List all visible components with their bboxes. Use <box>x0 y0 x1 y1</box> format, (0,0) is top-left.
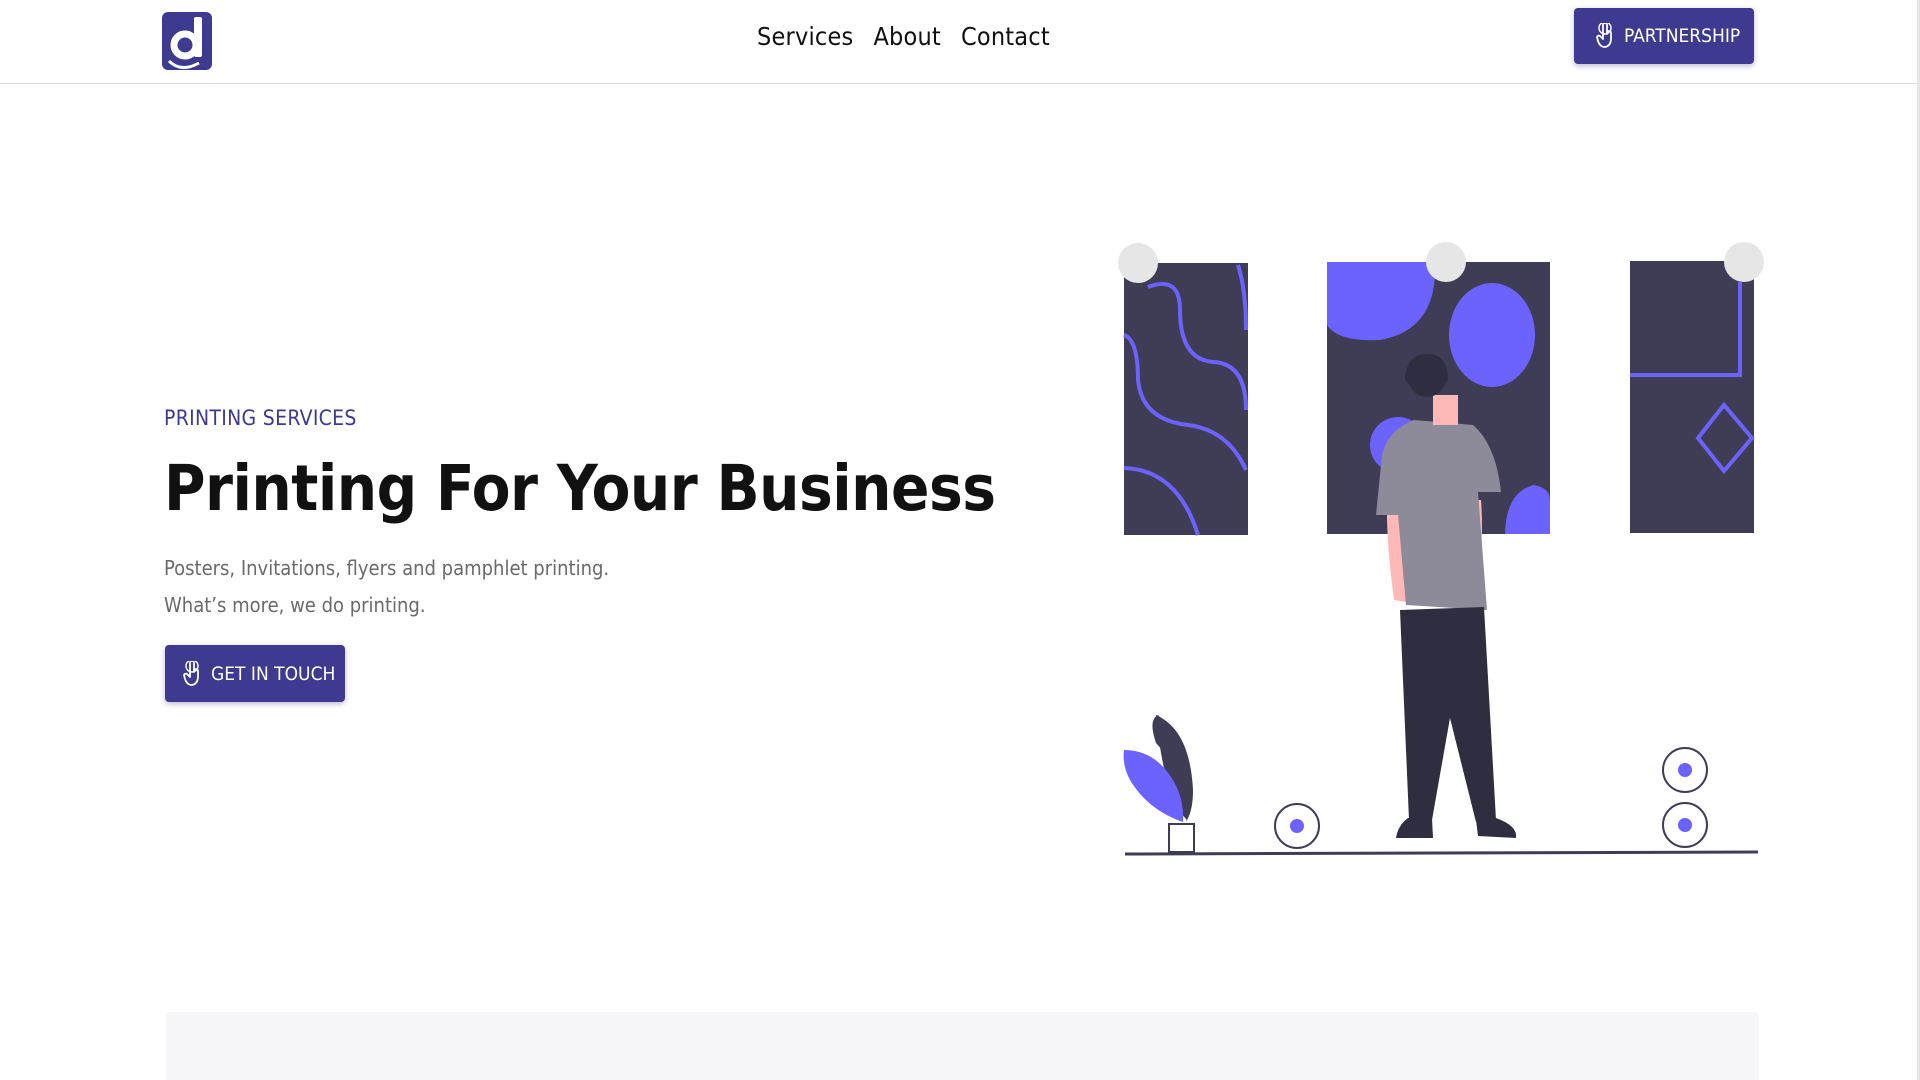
floor-line <box>1124 850 1759 856</box>
hero-eyebrow: PRINTING SERVICES <box>164 406 357 430</box>
services-section-card <box>166 1012 1759 1080</box>
nav-about-link[interactable]: About <box>873 22 941 51</box>
plant-decoration <box>1123 715 1195 853</box>
pointer-hand-icon <box>183 660 199 686</box>
d-logo-icon[interactable] <box>161 11 213 73</box>
left-art-panel <box>1118 243 1248 536</box>
main-nav: Services About Contact <box>757 22 1050 51</box>
site-header: Services About Contact PARTNERSHIP <box>0 0 1920 84</box>
nav-contact-link[interactable]: Contact <box>961 22 1050 51</box>
get-in-touch-button[interactable]: GET IN TOUCH <box>165 645 345 702</box>
hero-title: Printing For Your Business <box>164 452 996 525</box>
speaker-decoration-right <box>1662 747 1708 848</box>
hero-subtitle: Posters, Invitations, flyers and pamphle… <box>164 550 609 624</box>
right-art-panel <box>1630 242 1764 533</box>
hero-subtitle-line-1: Posters, Invitations, flyers and pamphle… <box>164 556 610 580</box>
partnership-button[interactable]: PARTNERSHIP <box>1574 8 1754 64</box>
partnership-button-label: PARTNERSHIP <box>1624 25 1741 47</box>
get-in-touch-label: GET IN TOUCH <box>211 662 336 685</box>
hero-illustration <box>1118 242 1764 856</box>
hero-subtitle-line-2: What’s more, we do printing. <box>164 593 426 617</box>
pointer-hand-icon <box>1596 23 1612 48</box>
nav-services-link[interactable]: Services <box>757 22 853 51</box>
speaker-decoration-left <box>1274 803 1320 849</box>
